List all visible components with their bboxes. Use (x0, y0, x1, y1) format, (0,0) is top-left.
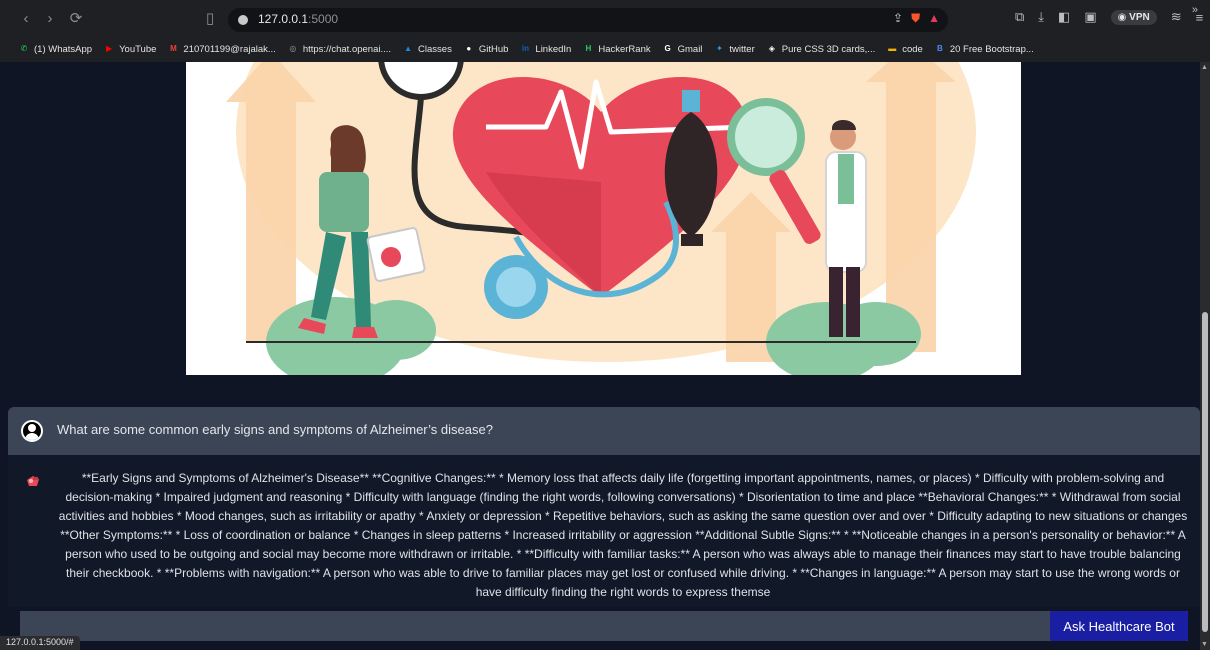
url-text: 127.0.0.1:5000 (258, 12, 339, 26)
address-bar[interactable]: 127.0.0.1:5000 ⇪ ⛊ ▲ (228, 8, 948, 32)
brave-menu-icon[interactable]: ≋ (1171, 9, 1182, 25)
bookmark-label: GitHub (478, 43, 509, 55)
back-icon[interactable]: ‹ (16, 9, 36, 29)
bookmark-label: https://chat.openai.... (302, 43, 392, 55)
bookmark-item[interactable]: ◎ https://chat.openai.... (287, 43, 391, 55)
whatsapp-icon: ✆ (20, 44, 28, 53)
twitter-icon: ✦ (716, 44, 723, 53)
bookmark-item[interactable]: ▶ YouTube (103, 43, 156, 55)
google-icon: G (664, 44, 671, 53)
user-question-card: What are some common early signs and sym… (8, 407, 1200, 455)
healthcare-illustration (226, 62, 976, 375)
bookmark-item[interactable]: ▬ code (886, 43, 923, 55)
hackerrank-icon: H (585, 44, 592, 53)
scrollbar-thumb[interactable] (1202, 312, 1208, 632)
bookmark-item[interactable]: H HackerRank (582, 43, 650, 55)
bookmark-item[interactable]: ▲ Classes (402, 43, 452, 55)
bookmark-icon[interactable]: ▯ (200, 9, 220, 29)
address-bar-icons: ⇪ ⛊ ▲ (893, 11, 940, 26)
forward-icon[interactable]: › (40, 9, 60, 29)
brave-rewards-icon[interactable]: ▲ (928, 11, 940, 26)
bot-answer-card: **Early Signs and Symptoms of Alzheimer'… (8, 455, 1200, 607)
bot-avatar-icon (27, 476, 39, 486)
page-content: What are some common early signs and sym… (0, 62, 1200, 650)
bookmark-label: twitter (729, 43, 755, 55)
bookmark-label: Pure CSS 3D cards,... (781, 43, 876, 55)
bookmark-label: HackerRank (598, 43, 651, 55)
hero-illustration (186, 62, 1021, 375)
bookmark-item[interactable]: ✦ twitter (713, 43, 755, 55)
bookmark-item[interactable]: M 210701199@rajalak... (167, 43, 276, 55)
toolbar-right: ⧉ ⤓ ◧ ▣ ◉ VPN ≋ ≡ (1015, 9, 1203, 25)
gmail-icon: M (170, 44, 177, 53)
linkedin-icon: in (521, 44, 529, 53)
bookmarks-bar: ✆ (1) WhatsApp ▶ YouTube M 210701199@rajalak.… (0, 38, 1210, 60)
bookmark-label: YouTube (119, 43, 157, 55)
scroll-up-icon[interactable]: ▲ (1201, 64, 1208, 71)
browser-chrome: ‹ › ⟳ ▯ 127.0.0.1:5000 ⇪ ⛊ ▲ ⧉ ⤓ ◧ ▣ ◉ V… (0, 0, 1210, 62)
ask-healthcare-bot-button[interactable]: Ask Healthcare Bot (1050, 611, 1188, 641)
bookmark-label: code (902, 43, 923, 55)
bootstrap-icon: B (936, 44, 943, 53)
extensions-icon[interactable]: ⧉ (1015, 9, 1024, 25)
bookmark-label: 210701199@rajalak... (183, 43, 276, 55)
bot-answer-text: **Early Signs and Symptoms of Alzheimer'… (58, 471, 1188, 599)
openai-icon: ◎ (289, 44, 297, 53)
sidebar-icon[interactable]: ◧ (1058, 9, 1070, 25)
wallet-icon[interactable]: ▣ (1084, 9, 1096, 25)
vpn-button[interactable]: ◉ VPN (1110, 9, 1157, 25)
chat-input-row: Ask Healthcare Bot (20, 611, 1188, 641)
scroll-down-icon[interactable]: ▼ (1201, 641, 1208, 648)
bookmark-item[interactable]: ● GitHub (463, 43, 509, 55)
codepen-icon: ◈ (768, 44, 775, 53)
bookmark-label: 20 Free Bootstrap... (949, 43, 1034, 55)
browser-toolbar: ‹ › ⟳ ▯ 127.0.0.1:5000 ⇪ ⛊ ▲ ⧉ ⤓ ◧ ▣ ◉ V… (0, 0, 1210, 38)
share-icon[interactable]: ⇪ (893, 11, 903, 26)
bookmark-item[interactable]: G Gmail (662, 43, 703, 55)
user-question: What are some common early signs and sym… (57, 422, 493, 437)
bookmark-item[interactable]: ✆ (1) WhatsApp (18, 43, 92, 55)
bookmarks-overflow[interactable]: » (1192, 4, 1198, 16)
bookmark-label: Gmail (677, 43, 703, 55)
bookmark-item[interactable]: ◈ Pure CSS 3D cards,... (766, 43, 876, 55)
github-icon: ● (466, 44, 472, 53)
brave-shield-icon[interactable]: ⛊ (911, 11, 920, 26)
user-avatar-icon (21, 420, 43, 442)
folder-icon: ▬ (888, 44, 897, 53)
bookmark-label: Classes (418, 43, 452, 55)
status-bar-url: 127.0.0.1:5000/# (0, 636, 80, 650)
download-icon[interactable]: ⤓ (1038, 9, 1044, 25)
youtube-icon: ▶ (106, 44, 113, 53)
bookmark-label: LinkedIn (535, 43, 572, 55)
reload-icon[interactable]: ⟳ (66, 9, 86, 29)
bookmark-label: (1) WhatsApp (34, 43, 93, 55)
question-input[interactable] (20, 611, 1050, 641)
site-info-icon[interactable] (238, 15, 248, 25)
bookmark-item[interactable]: in LinkedIn (519, 43, 571, 55)
classroom-icon: ▲ (404, 44, 412, 53)
page-scrollbar[interactable]: ▲ ▼ (1200, 62, 1210, 650)
bookmark-item[interactable]: B 20 Free Bootstrap... (934, 43, 1034, 55)
